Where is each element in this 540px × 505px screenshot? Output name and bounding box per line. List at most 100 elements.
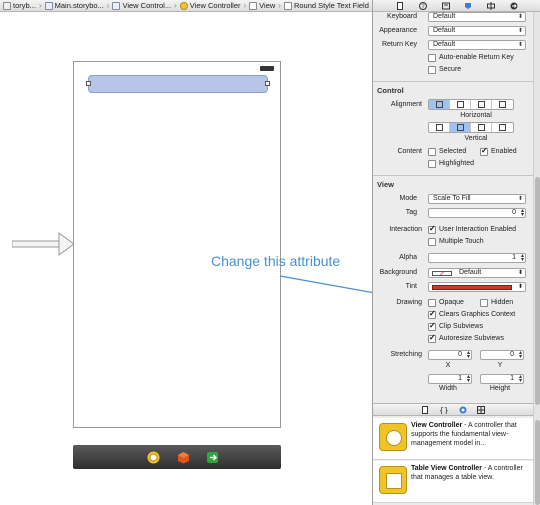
storyboard-canvas[interactable]: Change this attribute <box>0 13 406 505</box>
secure-checkbox[interactable] <box>428 66 436 74</box>
file-template-icon[interactable] <box>421 405 429 414</box>
tint-color-popup[interactable]: ⬍ <box>428 282 526 292</box>
return-key-popup[interactable]: Default ⬍ <box>428 40 526 50</box>
breadcrumb-item-view-controller[interactable]: View Controller › <box>177 1 246 10</box>
selected-checkbox[interactable] <box>428 148 436 156</box>
user-interaction-enabled-checkbox[interactable] <box>428 224 436 234</box>
content-label: Content <box>397 148 422 155</box>
align-middle-segment[interactable] <box>450 123 471 132</box>
svg-text:{}: {} <box>439 406 449 414</box>
breadcrumb: toryb... › Main.storybo... › View Control.… <box>0 0 372 12</box>
inspector-scrollbar[interactable] <box>533 12 540 505</box>
breadcrumb-item-text-field[interactable]: Round Style Text Field <box>281 1 369 10</box>
resize-handle-left[interactable] <box>86 81 91 86</box>
mode-label: Mode <box>399 195 417 202</box>
autoresize-subviews-checkbox[interactable] <box>428 333 436 343</box>
stepper-arrows-icon[interactable]: ▴ ▾ <box>467 350 470 360</box>
breadcrumb-item-scene[interactable]: View Control... › <box>109 1 177 10</box>
stepper-arrows-icon[interactable]: ▴ ▾ <box>519 374 522 384</box>
stretch-width-stepper[interactable]: 1 ▴ ▾ <box>428 374 472 384</box>
enabled-checkbox[interactable] <box>480 146 488 156</box>
return-key-label: Return Key <box>381 41 417 48</box>
round-style-text-field[interactable] <box>86 75 270 93</box>
code-snippet-icon[interactable]: {} <box>439 406 449 414</box>
stepper-arrows-icon[interactable]: ▴ ▾ <box>467 374 470 384</box>
breadcrumb-item-storyboard[interactable]: Main.storybo... › <box>42 1 109 10</box>
auto-enable-return-key-checkbox[interactable] <box>428 54 436 62</box>
resize-handle-right[interactable] <box>265 81 270 86</box>
opaque-label: Opaque <box>439 299 464 306</box>
stretch-y-caption: Y <box>497 362 503 369</box>
library-tabs: {} <box>373 403 533 416</box>
alignment-label: Alignment <box>390 101 422 108</box>
interaction-label: Interaction <box>389 226 422 233</box>
align-center-segment[interactable] <box>450 100 471 109</box>
tag-label: Tag <box>405 209 417 216</box>
breadcrumb-item-view[interactable]: View › <box>246 1 281 10</box>
clip-subviews-checkbox[interactable] <box>428 321 436 331</box>
library-scroll-thumb[interactable] <box>535 420 540 505</box>
view-controller-icon <box>179 1 188 10</box>
media-library-icon[interactable] <box>477 405 485 414</box>
appearance-popup[interactable]: Default ⬍ <box>428 26 526 36</box>
alpha-row: Alpha 1 ▴ ▾ <box>373 253 533 264</box>
tint-label: Tint <box>405 283 417 290</box>
connections-icon[interactable] <box>510 2 518 10</box>
opaque-checkbox[interactable] <box>428 299 436 307</box>
object-library-icon[interactable] <box>459 406 467 414</box>
annotation-text: Change this attribute <box>211 253 341 269</box>
user-interaction-enabled-label: User Interaction Enabled <box>439 226 517 233</box>
background-color-popup[interactable]: Default ⬍ <box>428 268 526 278</box>
view-controller-icon[interactable] <box>147 451 160 464</box>
vertical-alignment-control[interactable] <box>428 122 514 133</box>
popup-arrows-icon: ⬍ <box>517 42 523 48</box>
view-controller-scene[interactable] <box>73 61 281 428</box>
attributes-icon[interactable] <box>464 2 472 10</box>
stepper-arrows-icon[interactable]: ▴ ▾ <box>521 208 524 218</box>
keyboard-row: Keyboard Default ⬍ <box>373 12 533 23</box>
library-item-table-view-controller[interactable]: Table View Controller - A controller tha… <box>373 461 533 503</box>
highlighted-checkbox[interactable] <box>428 160 436 168</box>
stretch-y-stepper[interactable]: 0 ▴ ▾ <box>480 350 524 360</box>
background-row: Background Default ⬍ <box>373 268 533 279</box>
file-inspector-icon[interactable] <box>396 1 404 10</box>
inspector-scroll-thumb[interactable] <box>535 177 540 405</box>
help-icon[interactable]: ? <box>418 1 427 10</box>
stepper-arrows-icon[interactable]: ▴ ▾ <box>519 350 522 360</box>
clears-graphics-context-checkbox[interactable] <box>428 309 436 319</box>
hidden-checkbox[interactable] <box>480 299 488 307</box>
keyboard-popup[interactable]: Default ⬍ <box>428 12 526 22</box>
view-icon <box>249 1 258 10</box>
vertical-label: Vertical <box>464 135 488 142</box>
align-bottom-segment[interactable] <box>471 123 492 132</box>
align-top-segment[interactable] <box>429 123 450 132</box>
entry-point-arrow-icon <box>12 232 75 256</box>
first-responder-icon[interactable] <box>177 451 190 464</box>
horizontal-alignment-control[interactable] <box>428 99 514 110</box>
breadcrumb-item-project[interactable]: toryb... › <box>0 1 42 10</box>
align-left-segment[interactable] <box>429 100 450 109</box>
alpha-stepper[interactable]: 1 ▴ ▾ <box>428 253 526 263</box>
multiple-touch-label: Multiple Touch <box>439 238 484 245</box>
autoresize-subviews-label: Autoresize Subviews <box>439 335 504 342</box>
size-icon[interactable] <box>486 1 495 10</box>
tint-color-swatch <box>432 285 512 290</box>
storyboard-icon <box>44 1 53 10</box>
stretch-height-stepper[interactable]: 1 ▴ ▾ <box>480 374 524 384</box>
multiple-touch-checkbox[interactable] <box>428 238 436 246</box>
stretch-x-stepper[interactable]: 0 ▴ ▾ <box>428 350 472 360</box>
inspector-tabs: ? <box>373 0 540 12</box>
tag-stepper[interactable]: 0 ▴ ▾ <box>428 208 526 218</box>
align-vfill-segment[interactable] <box>492 123 513 132</box>
stepper-arrows-icon[interactable]: ▴ ▾ <box>521 253 524 263</box>
clip-subviews-label: Clip Subviews <box>439 323 483 330</box>
auto-enable-return-key-label: Auto-enable Return Key <box>439 54 514 61</box>
stretch-x-caption: X <box>445 362 451 369</box>
popup-arrows-icon: ⬍ <box>517 28 523 34</box>
library-item-view-controller[interactable]: View Controller - A controller that supp… <box>373 418 533 460</box>
align-right-segment[interactable] <box>471 100 492 109</box>
align-fill-segment[interactable] <box>492 100 513 109</box>
identity-icon[interactable] <box>441 2 450 10</box>
mode-popup[interactable]: Scale To Fill ⬍ <box>428 194 526 204</box>
exit-icon[interactable] <box>206 451 219 464</box>
